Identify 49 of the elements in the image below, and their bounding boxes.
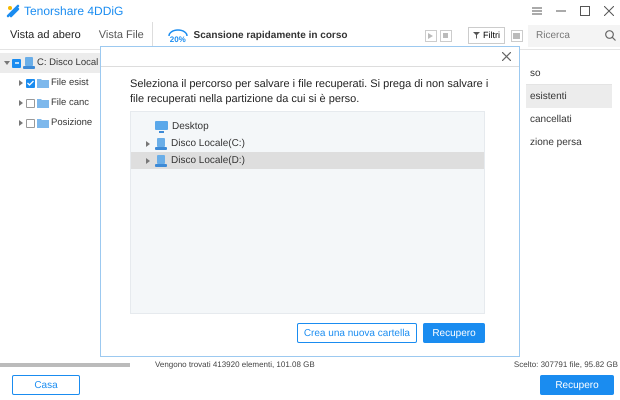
folder-icon: [37, 78, 49, 88]
view-tab[interactable]: Vista ad abero: [0, 22, 89, 50]
location-label[interactable]: Disco Locale(C:): [171, 136, 245, 151]
app-title: Tenorshare 4DDiG: [24, 3, 124, 20]
location-label[interactable]: Disco Locale(D:): [171, 153, 245, 168]
tree-label[interactable]: Posizione: [51, 116, 92, 130]
search-field[interactable]: Ricerca: [528, 24, 620, 46]
caret-right-icon[interactable]: [145, 140, 151, 146]
tree-label[interactable]: File esist: [51, 76, 88, 90]
status-text: Vengono trovati 413920 elementi, 101.08 GB: [155, 358, 315, 370]
close-icon[interactable]: [604, 6, 614, 16]
category-item[interactable]: esistenti: [526, 85, 612, 108]
checkbox[interactable]: [26, 118, 35, 128]
list-icon: [513, 32, 520, 38]
scrollbar[interactable]: [0, 362, 130, 366]
search-icon: [605, 30, 616, 40]
folder-icon: [37, 98, 49, 108]
stop-icon: [443, 33, 448, 38]
progress-ring-icon: [168, 28, 188, 36]
dialog-message: Seleziona il percorso per salvare i file recuperati. Si prega di non salvare i file recuperati nella partizione da cui si è perso.: [130, 77, 490, 107]
close-icon[interactable]: [502, 52, 511, 61]
menu-icon[interactable]: [532, 6, 542, 16]
drive-icon: [155, 154, 167, 166]
list-view-button[interactable]: [510, 30, 522, 42]
tree-label[interactable]: File canc: [51, 96, 90, 110]
caret-down-icon[interactable]: [4, 60, 10, 66]
filter-button[interactable]: Filtri: [468, 26, 505, 44]
view-tab[interactable]: Vista File: [88, 22, 152, 50]
checkbox[interactable]: [26, 98, 35, 108]
maximize-icon[interactable]: [580, 6, 590, 16]
category-item[interactable]: zione persa: [526, 131, 612, 154]
caret-right-icon[interactable]: [18, 80, 24, 86]
progress-percent: 20%: [170, 36, 186, 44]
caret-right-icon[interactable]: [18, 120, 24, 126]
checkbox[interactable]: [26, 78, 35, 88]
drive-icon: [23, 57, 35, 69]
category-item[interactable]: cancellati: [526, 108, 612, 131]
drive-icon: [155, 138, 167, 150]
check-icon: [27, 80, 34, 86]
caret-right-icon[interactable]: [18, 100, 24, 106]
caret-right-icon[interactable]: [145, 158, 151, 164]
scan-status: Scansione rapidamente in corso: [194, 29, 348, 43]
monitor-icon: [155, 120, 168, 132]
location-label[interactable]: Desktop: [172, 119, 209, 134]
folder-icon: [37, 118, 49, 128]
logo-icon: [6, 4, 20, 18]
selection-status: Scelto: 307791 file, 95.82 GB: [514, 358, 619, 370]
funnel-icon: [473, 32, 480, 39]
play-icon: [428, 32, 434, 38]
